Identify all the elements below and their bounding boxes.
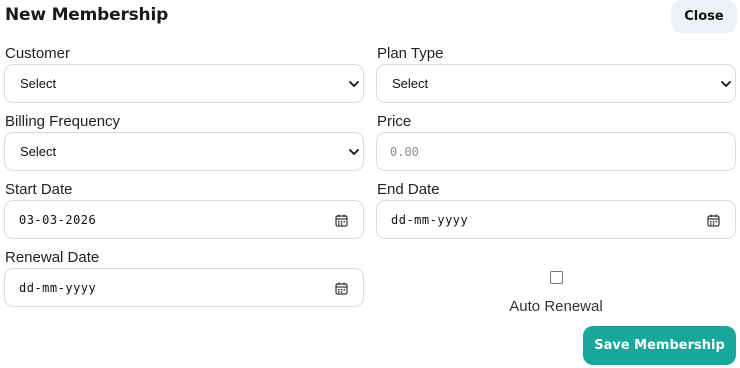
auto-renewal-group: Auto Renewal bbox=[376, 268, 736, 318]
modal-header: New Membership Close bbox=[0, 0, 740, 34]
customer-select[interactable]: Select bbox=[4, 64, 364, 103]
billing-frequency-field: Billing Frequency Select bbox=[4, 112, 364, 171]
renewal-date-label: Renewal Date bbox=[5, 249, 100, 266]
calendar-icon[interactable] bbox=[707, 214, 720, 227]
price-input[interactable]: 0.00 bbox=[376, 132, 736, 171]
page-title: New Membership bbox=[5, 5, 169, 25]
billing-frequency-select-value: Select bbox=[20, 144, 57, 159]
chevron-down-icon bbox=[349, 81, 359, 87]
billing-frequency-select[interactable]: Select bbox=[4, 132, 364, 171]
plan-type-label: Plan Type bbox=[377, 45, 444, 62]
chevron-down-icon bbox=[349, 149, 359, 155]
billing-frequency-label: Billing Frequency bbox=[5, 113, 121, 130]
close-button[interactable]: Close bbox=[671, 0, 737, 33]
customer-select-value: Select bbox=[20, 76, 57, 91]
save-membership-button[interactable]: Save Membership bbox=[583, 326, 736, 365]
customer-field: Customer Select bbox=[4, 44, 364, 103]
renewal-date-field: Renewal Date dd-mm-yyyy bbox=[4, 248, 364, 307]
start-date-label: Start Date bbox=[5, 181, 73, 198]
start-date-value: 03-03-2026 bbox=[19, 213, 97, 227]
plan-type-field: Plan Type Select bbox=[376, 44, 736, 103]
auto-renewal-label: Auto Renewal bbox=[509, 298, 603, 315]
plan-type-select[interactable]: Select bbox=[376, 64, 736, 103]
calendar-icon[interactable] bbox=[335, 282, 348, 295]
auto-renewal-checkbox[interactable] bbox=[550, 271, 563, 284]
chevron-down-icon bbox=[721, 81, 731, 87]
end-date-value: dd-mm-yyyy bbox=[391, 213, 469, 227]
start-date-field: Start Date 03-03-2026 bbox=[4, 180, 364, 239]
customer-label: Customer bbox=[5, 45, 71, 62]
price-input-placeholder: 0.00 bbox=[390, 145, 419, 159]
end-date-field: End Date dd-mm-yyyy bbox=[376, 180, 736, 239]
renewal-date-value: dd-mm-yyyy bbox=[19, 281, 97, 295]
start-date-input[interactable]: 03-03-2026 bbox=[4, 200, 364, 239]
price-label: Price bbox=[377, 113, 412, 130]
calendar-icon[interactable] bbox=[335, 214, 348, 227]
price-field: Price 0.00 bbox=[376, 112, 736, 171]
plan-type-select-value: Select bbox=[392, 76, 429, 91]
end-date-input[interactable]: dd-mm-yyyy bbox=[376, 200, 736, 239]
end-date-label: End Date bbox=[377, 181, 440, 198]
renewal-date-input[interactable]: dd-mm-yyyy bbox=[4, 268, 364, 307]
